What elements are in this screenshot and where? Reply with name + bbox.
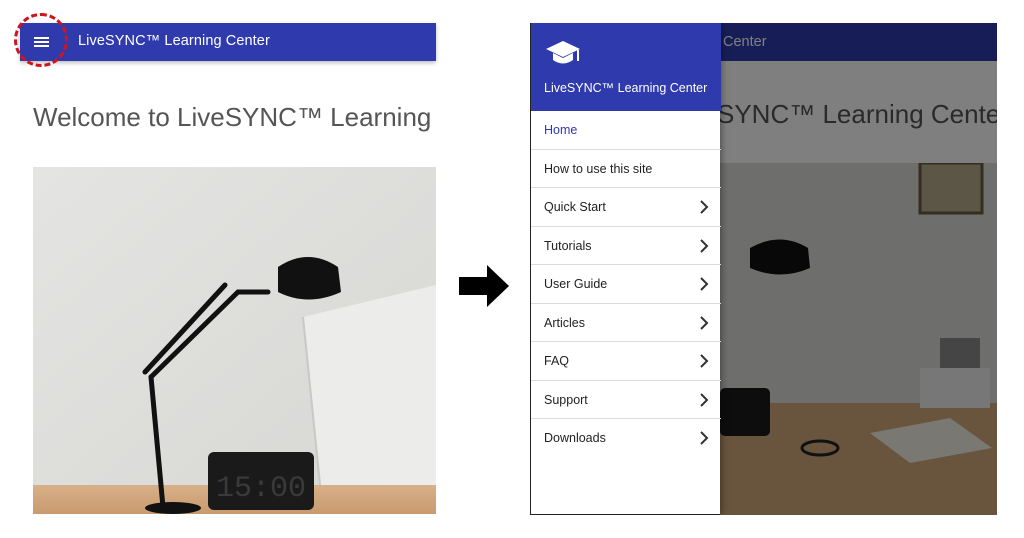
drawer-item-quick-start[interactable]: Quick Start — [531, 188, 721, 227]
clock-display: 15:00 — [216, 472, 306, 506]
drawer-header: LiveSYNC™ Learning Center — [531, 23, 721, 111]
arrow-right-icon — [459, 265, 509, 307]
drawer-item-support[interactable]: Support — [531, 381, 721, 419]
graduation-cap-icon — [546, 41, 580, 64]
drawer-item-articles[interactable]: Articles — [531, 304, 721, 342]
hero-image: 15:00 — [33, 167, 436, 514]
after-screen: Center SYNC™ Learning Center LiveSYNC™ L… — [530, 23, 997, 515]
drawer-item-label: How to use this site — [544, 161, 653, 176]
chevron-right-icon — [700, 277, 709, 291]
navigation-drawer: LiveSYNC™ Learning Center Home How to us… — [530, 23, 721, 515]
before-screen: LiveSYNC™ Learning Center Welcome to Liv… — [0, 0, 436, 538]
drawer-item-label: Tutorials — [544, 238, 592, 253]
page-title: Welcome to LiveSYNC™ Learning Center — [33, 102, 436, 132]
drawer-item-how-to-use[interactable]: How to use this site — [531, 150, 721, 188]
chevron-right-icon — [700, 431, 709, 445]
chevron-right-icon — [700, 238, 709, 253]
drawer-menu: Home How to use this site Quick Start Tu… — [531, 111, 721, 458]
app-bar: LiveSYNC™ Learning Center — [20, 23, 436, 61]
drawer-item-home[interactable]: Home — [531, 111, 721, 150]
chevron-right-icon — [700, 354, 709, 368]
drawer-item-label: Articles — [544, 315, 585, 330]
app-title: LiveSYNC™ Learning Center — [78, 33, 270, 49]
chevron-right-icon — [700, 315, 709, 330]
drawer-item-label: Home — [544, 123, 578, 137]
hamburger-menu-icon[interactable] — [34, 34, 50, 48]
drawer-item-user-guide[interactable]: User Guide — [531, 265, 721, 304]
chevron-right-icon — [700, 200, 709, 214]
drawer-item-label: Support — [544, 392, 588, 407]
drawer-item-label: FAQ — [544, 354, 570, 368]
drawer-item-tutorials[interactable]: Tutorials — [531, 227, 721, 265]
drawer-item-downloads[interactable]: Downloads — [531, 419, 721, 458]
drawer-item-label: Quick Start — [544, 200, 606, 214]
drawer-title: LiveSYNC™ Learning Center — [544, 81, 708, 95]
chevron-right-icon — [700, 392, 709, 407]
drawer-item-faq[interactable]: FAQ — [531, 342, 721, 381]
drawer-item-label: Downloads — [544, 431, 606, 445]
drawer-item-label: User Guide — [544, 277, 608, 291]
